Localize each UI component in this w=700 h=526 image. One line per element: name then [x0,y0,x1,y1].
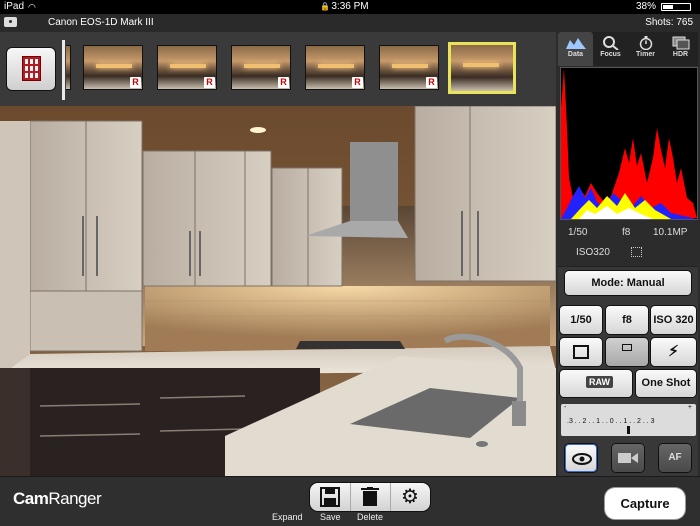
tab-data-label: Data [567,51,584,58]
battery-icon [661,3,691,11]
ruler-scale: .3 . . 2 . . 1 . . 0 . . 1 . . 2 . . 3 [567,418,655,425]
iso-button[interactable]: ISO 320 [651,306,696,334]
tab-hdr-label: HDR [672,51,689,58]
histogram-icon [565,38,586,49]
camera-name: Canon EOS-1D Mark III [48,17,154,28]
thumbnail[interactable]: R [305,45,365,90]
exposure-info: 1/50 f8 10.1MP ISO320 [558,222,698,266]
histogram [560,67,698,220]
tab-data[interactable]: Data [558,32,593,66]
trash-icon [361,487,379,506]
thumbnail[interactable]: R [157,45,217,90]
live-view-button[interactable] [565,444,597,472]
strip-divider [62,40,65,100]
raw-badge: R [130,77,141,88]
camera-icon[interactable] [4,17,17,27]
save-label: Save [320,512,341,522]
photo-preview[interactable] [0,106,556,476]
focus-point-icon [631,247,642,257]
magnifier-icon [602,36,619,50]
lock-icon: 🔒 [320,2,330,11]
tab-focus-label: Focus [600,51,621,58]
frame-icon [622,344,632,351]
delete-button[interactable] [356,486,384,508]
kitchen-photo [0,106,556,476]
app-logo: CamRanger [13,489,102,508]
image-tools: ⚙︎ [310,483,430,511]
save-button[interactable] [316,486,344,508]
raw-badge: R [204,77,215,88]
info-aperture: f8 [622,227,631,238]
delete-label: Delete [357,512,384,522]
battery-percent: 38% [636,1,657,12]
video-camera-icon [618,453,638,463]
shutter-button[interactable]: 1/50 [560,306,602,334]
histogram-graph [561,68,697,219]
raw-badge: R [352,77,363,88]
grid-icon [22,56,41,81]
info-iso: ISO320 [576,247,610,258]
exposure-indicator [627,426,630,434]
format-button[interactable] [606,338,648,366]
clock: 3:36 PM [331,1,369,12]
exposure-compensation-scale[interactable]: - + .3 . . 2 . . 1 . . 0 . . 1 . . 2 . .… [561,404,696,436]
af-button[interactable]: AF [659,444,691,472]
gallery-grid-button[interactable] [7,48,55,90]
thumbnail-selected[interactable] [448,42,516,94]
metering-button[interactable] [560,338,602,366]
tab-timer[interactable]: Timer [628,32,663,66]
video-button[interactable] [612,444,644,472]
metering-frame-icon [573,345,589,359]
thumbnail[interactable]: R [379,45,439,90]
shot-count: Shots: 765 [645,17,693,28]
ruler-minus: - [564,404,567,411]
hdr-icon [672,36,689,50]
stopwatch-icon [639,36,652,50]
info-shutter: 1/50 [568,227,588,238]
raw-label: RAW [586,376,613,388]
settings-button[interactable]: ⚙︎ [396,486,424,508]
drive-mode-button[interactable]: One Shot [636,370,696,397]
eye-icon [572,453,592,465]
flash-icon: ⚡︎ [668,343,679,360]
tab-timer-label: Timer [636,51,655,58]
tab-focus[interactable]: Focus [593,32,628,66]
thumbnail[interactable]: R [83,45,143,90]
raw-badge: R [426,77,437,88]
raw-badge: R [278,77,289,88]
ruler-plus: + [687,404,692,411]
floppy-disk-icon [320,487,340,507]
gear-icon: ⚙︎ [401,486,419,508]
mode-button[interactable]: Mode: Manual [565,271,691,295]
raw-format-button[interactable]: RAW [560,370,632,397]
thumbnail[interactable]: R [231,45,291,90]
info-resolution: 10.1MP [653,227,688,238]
panel-tabs: Data Focus Timer HDR [558,32,698,66]
flash-button[interactable]: ⚡︎ [651,338,696,366]
capture-button[interactable]: Capture [605,488,685,519]
aperture-button[interactable]: f8 [606,306,648,334]
tab-hdr[interactable]: HDR [663,32,698,66]
thumbnail-partial[interactable] [66,45,71,90]
expand-label[interactable]: Expand [272,512,303,522]
camera-header: Canon EOS-1D Mark III Shots: 765 [0,14,700,33]
ios-status-bar: iPad ◠ 3:36 PM 🔒 38% [0,0,700,14]
